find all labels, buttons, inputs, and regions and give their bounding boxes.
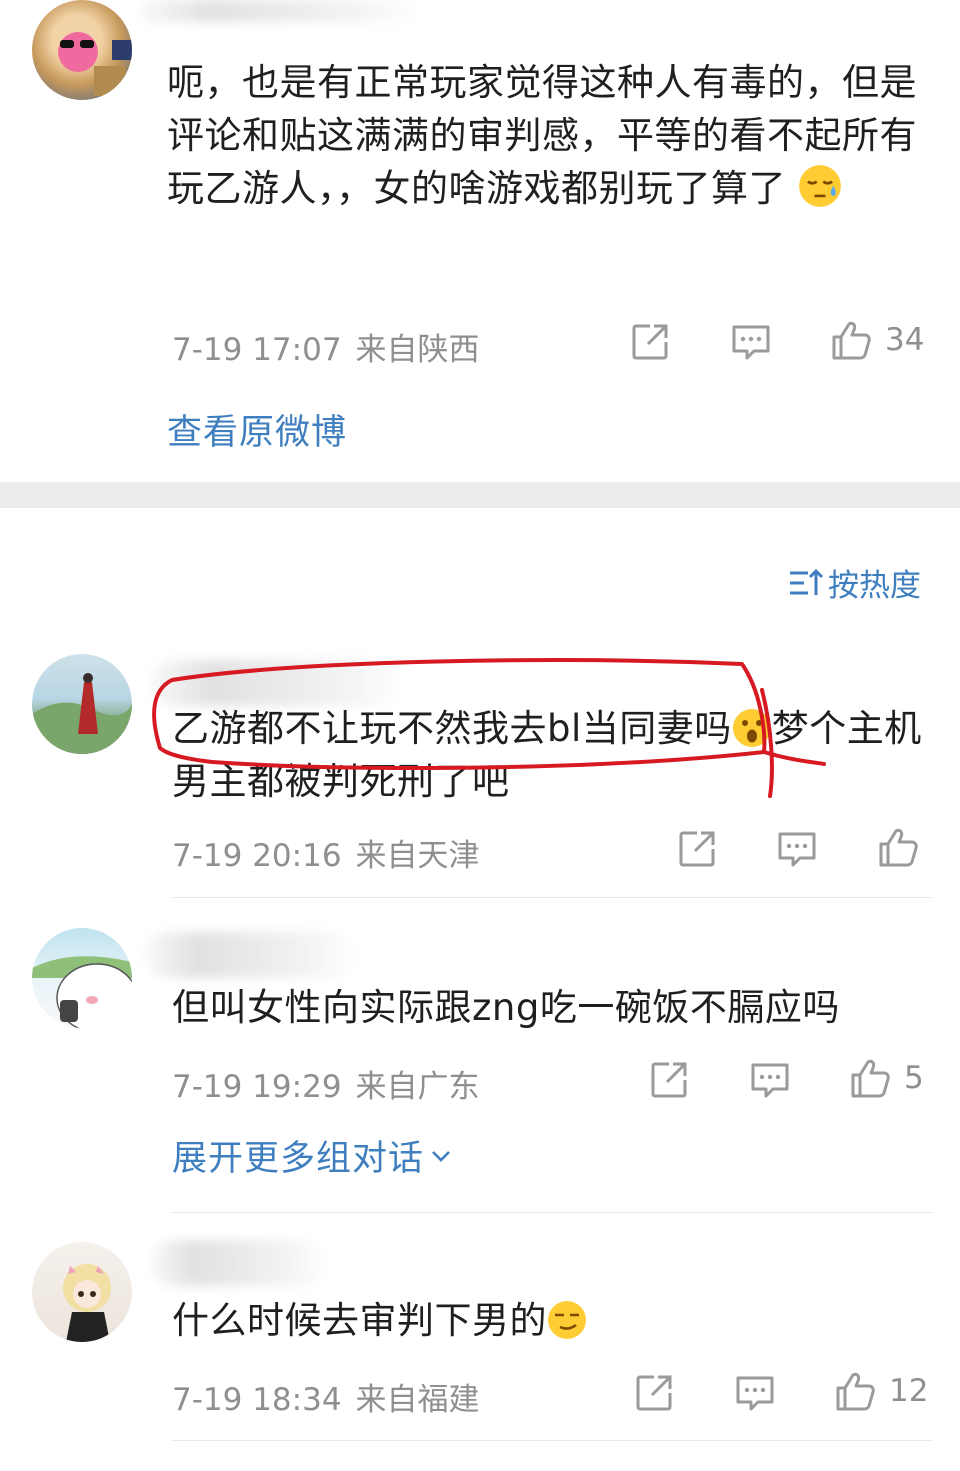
comment-button[interactable] xyxy=(733,1371,777,1415)
like-icon xyxy=(848,1056,892,1100)
expand-conversation-label: 展开更多组对话 xyxy=(172,1139,425,1179)
avatar-image xyxy=(32,956,132,1028)
comment-button[interactable] xyxy=(748,1058,792,1102)
share-button[interactable] xyxy=(632,1371,676,1415)
comment-location: 来自天津 xyxy=(355,838,480,874)
comment-icon xyxy=(748,1058,792,1102)
comment-text: 但叫女性向实际跟zng吃一碗饭不膈应吗 xyxy=(172,986,840,1029)
username-blurred[interactable] xyxy=(145,932,355,978)
comment-button[interactable] xyxy=(775,827,819,871)
avatar-image xyxy=(63,1264,111,1342)
comment-icon xyxy=(775,827,819,871)
username-blurred[interactable] xyxy=(150,1240,325,1286)
share-icon xyxy=(675,827,719,871)
like-count: 12 xyxy=(889,1373,929,1409)
comment-time: 7-19 18:34 xyxy=(172,1382,342,1418)
comment-meta: 7-19 18:34 来自福建 xyxy=(172,1374,480,1419)
share-button[interactable] xyxy=(647,1058,691,1102)
like-button[interactable]: 5 xyxy=(848,1056,924,1100)
like-icon xyxy=(833,1369,877,1413)
comment-text-content: 什么时候去审判下男的 xyxy=(172,1299,547,1342)
avatar[interactable] xyxy=(32,928,132,1028)
avatar[interactable] xyxy=(32,1242,132,1342)
smirk-emoji-icon xyxy=(547,1300,587,1340)
like-button[interactable] xyxy=(876,825,920,869)
comment-time: 7-19 20:16 xyxy=(172,838,342,874)
comment-icon xyxy=(733,1371,777,1415)
comment-divider xyxy=(172,1440,932,1441)
chevron-down-icon xyxy=(432,1150,450,1162)
comment-location: 来自福建 xyxy=(355,1382,480,1418)
share-icon xyxy=(632,1371,676,1415)
comment-location: 来自广东 xyxy=(355,1069,480,1105)
like-button[interactable]: 12 xyxy=(833,1369,928,1413)
comment-divider xyxy=(172,897,932,898)
like-icon xyxy=(876,825,920,869)
red-annotation-outline xyxy=(152,658,826,798)
expand-conversation-link[interactable]: 展开更多组对话 xyxy=(172,1130,454,1181)
share-icon xyxy=(647,1058,691,1102)
comment-meta: 7-19 20:16 来自天津 xyxy=(172,830,480,875)
comment-divider xyxy=(172,1212,932,1213)
share-button[interactable] xyxy=(675,827,719,871)
comment-text: 什么时候去审判下男的 xyxy=(172,1294,932,1347)
comment-meta: 7-19 19:29 来自广东 xyxy=(172,1061,480,1106)
like-count: 5 xyxy=(904,1060,924,1096)
comment-time: 7-19 19:29 xyxy=(172,1069,342,1105)
